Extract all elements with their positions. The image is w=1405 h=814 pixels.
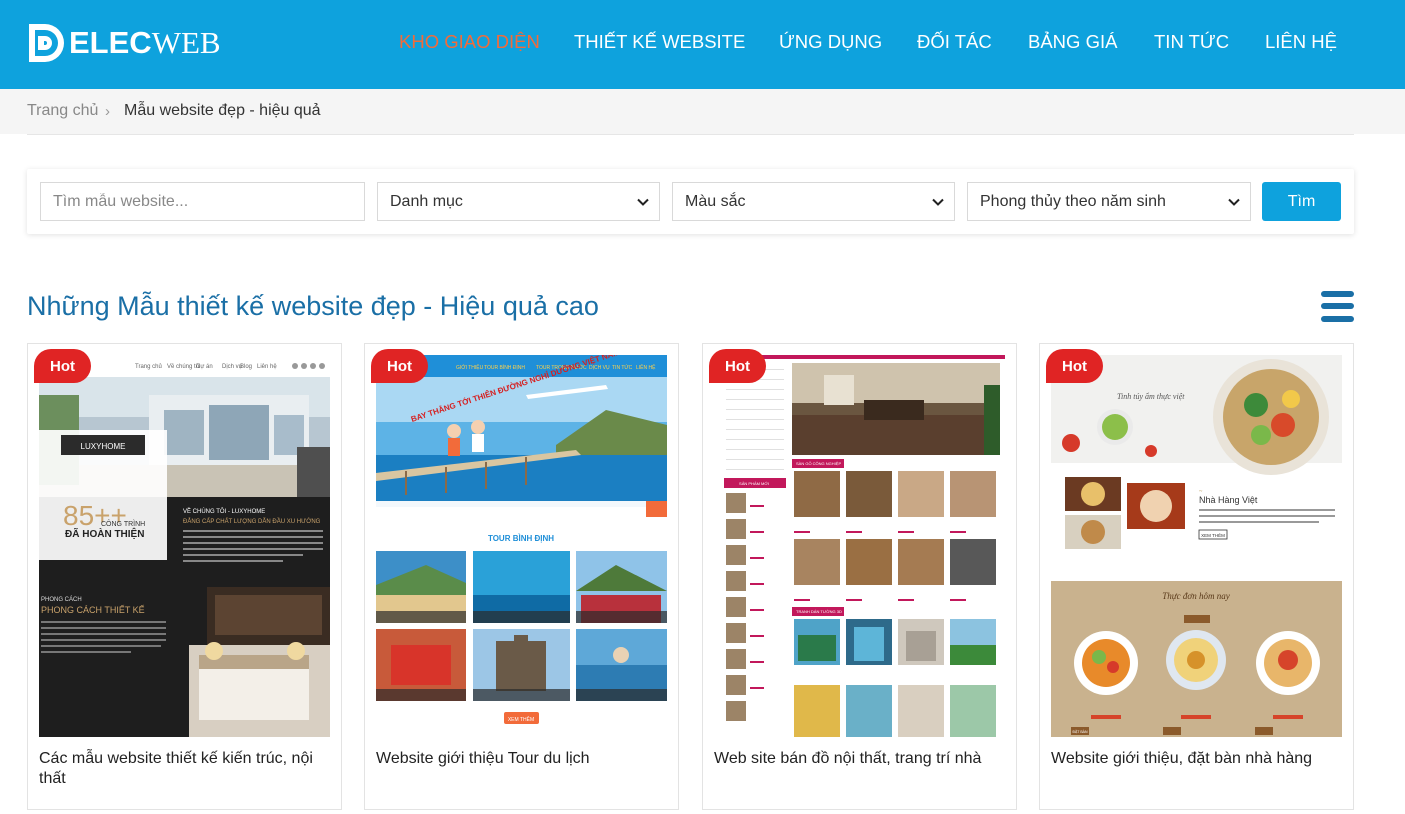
hot-badge: Hot [709,349,766,383]
template-thumbnail: GIỚI THIỆU TOUR BÌNH ĐỊNH TOUR TRONG NƯỚC D… [376,355,667,737]
hot-badge: Hot [34,349,91,383]
thumb-restaurant-dish-btn: ĐẶT BÀN [1072,730,1088,734]
template-card-interior-shop[interactable]: SẢN PHẨM MỚI SÀN GỖ CÔNG NGHIỆP TRANH DÁ… [702,343,1017,810]
search-button[interactable]: Tìm [1262,182,1341,221]
thumb-shop-cat3: SẢN PHẨM MỚI [739,481,769,486]
site-logo[interactable]: ELEC WEB [27,20,221,66]
tour-preview-image: GIỚI THIỆU TOUR BÌNH ĐỊNH TOUR TRONG NƯỚC D… [376,355,667,737]
nav-item-lien-he[interactable]: LIÊN HỆ [1265,31,1337,53]
fengshui-select-value: Phong thủy theo năm sinh [980,192,1166,210]
nav-item-kho-giao-dien[interactable]: KHO GIAO DIỆN [399,31,540,53]
svg-text:Liên hệ: Liên hệ [257,364,277,370]
thumb-shop-cat1: SÀN GỖ CÔNG NGHIỆP [796,461,841,466]
template-card-architecture[interactable]: Trang chủ Về chúng tôi Dự án Dịch vụ Blog Liê… [27,343,342,810]
thumb-luxyhome-style: PHONG CÁCH THIẾT KẾ [41,605,145,615]
thumb-restaurant-name: Nhà Hàng Việt [1199,495,1258,505]
nav-item-ung-dung[interactable]: ỨNG DỤNG [779,31,882,53]
category-select-value: Danh mục [390,192,463,210]
thumb-luxyhome-brand: LUXYHOME [81,442,126,451]
logo-text-thin: WEB [151,25,221,60]
card-title[interactable]: Web site bán đồ nội thất, trang trí nhà [714,749,1004,769]
hamburger-menu-icon[interactable] [1321,291,1354,322]
svg-text:LIÊN HỆ: LIÊN HỆ [636,363,656,371]
chevron-down-icon [1228,198,1240,206]
hot-badge: Hot [371,349,428,383]
interior-shop-preview-image: SẢN PHẨM MỚI SÀN GỖ CÔNG NGHIỆP TRANH DÁ… [714,355,1005,737]
thumb-restaurant-more: XEM THÊM [1201,531,1225,538]
template-card-tour[interactable]: GIỚI THIỆU TOUR BÌNH ĐỊNH TOUR TRONG NƯỚC D… [364,343,679,810]
search-input[interactable] [53,192,364,211]
chevron-down-icon [932,198,944,206]
template-thumbnail: Trang chủ Về chúng tôi Dự án Dịch vụ Blog Liê… [39,355,330,737]
thumb-luxyhome-style-small: PHONG CÁCH [41,596,82,603]
nav-item-bang-gia[interactable]: BẢNG GIÁ [1028,31,1117,53]
card-title[interactable]: Website giới thiệu, đặt bàn nhà hàng [1051,749,1341,769]
svg-text:TOUR BÌNH ĐỊNH: TOUR BÌNH ĐỊNH [484,364,525,371]
nav-item-tin-tuc[interactable]: TIN TỨC [1154,31,1229,53]
thumb-shop-cat2: TRANH DÁN TƯỜNG 3D [796,609,842,614]
page-title: Những Mẫu thiết kế website đẹp - Hiệu qu… [27,291,599,321]
thumb-tour-section: TOUR BÌNH ĐỊNH [488,534,554,543]
restaurant-preview-image: Tinh túy ẩm thực việt ~ Nhà Hàng Việt XE… [1051,355,1342,737]
svg-text:GIỚI THIỆU: GIỚI THIỆU [456,363,484,371]
template-thumbnail: SẢN PHẨM MỚI SÀN GỖ CÔNG NGHIỆP TRANH DÁ… [714,355,1005,737]
chevron-down-icon [637,198,649,206]
breadcrumb-separator: › [105,103,110,120]
category-select[interactable]: Danh mục [377,182,660,221]
search-field[interactable] [40,182,365,221]
color-select[interactable]: Màu sắc [672,182,955,221]
fengshui-select[interactable]: Phong thủy theo năm sinh [967,182,1251,221]
svg-text:TIN TỨC: TIN TỨC [612,364,633,371]
thumb-tour-more: XEM THÊM [508,715,534,723]
breadcrumb-divider [27,134,1354,135]
svg-text:DỊCH VỤ: DỊCH VỤ [589,365,610,371]
template-thumbnail: Tinh túy ẩm thực việt ~ Nhà Hàng Việt XE… [1051,355,1342,737]
delecweb-logo-icon [29,24,64,62]
nav-item-doi-tac[interactable]: ĐỐI TÁC [917,31,992,53]
svg-text:Dịch vụ: Dịch vụ [222,364,242,370]
hot-badge: Hot [1046,349,1103,383]
thumb-restaurant-menu: Thực đơn hôm nay [1162,591,1229,601]
site-header: ELEC WEB KHO GIAO DIỆN THIẾT KẾ WEBSITE … [0,0,1405,89]
card-title[interactable]: Website giới thiệu Tour du lịch [376,749,666,769]
template-card-restaurant[interactable]: Tinh túy ẩm thực việt ~ Nhà Hàng Việt XE… [1039,343,1354,810]
breadcrumb-current: Mẫu website đẹp - hiệu quả [124,102,321,119]
svg-text:Dự án: Dự án [196,364,213,370]
logo-text: ELEC WEB [69,25,221,61]
thumb-restaurant-hero: Tinh túy ẩm thực việt [1117,392,1185,401]
card-title[interactable]: Các mẫu website thiết kế kiến trúc, nội … [39,749,329,789]
svg-text:Trang chủ: Trang chủ [135,363,162,370]
thumb-luxyhome-stat-label: CÔNG TRÌNH [101,519,145,528]
thumb-luxyhome-about-sub: ĐẲNG CẤP CHẤT LƯỢNG DẪN ĐẦU XU HƯỚNG [183,518,321,525]
color-select-value: Màu sắc [685,192,746,210]
thumb-luxyhome-stat-sub: ĐÃ HOÀN THIỆN [65,527,144,540]
svg-text:Blog: Blog [240,364,252,370]
breadcrumb-home[interactable]: Trang chủ [27,102,98,120]
thumb-luxyhome-about: VỀ CHÚNG TÔI - LUXYHOME [183,508,265,515]
nav-item-thiet-ke-website[interactable]: THIẾT KẾ WEBSITE [574,31,745,53]
architecture-preview-image: Trang chủ Về chúng tôiDự án Dịch vụBlog Liê… [39,355,330,737]
logo-text-bold: ELEC [69,25,152,60]
